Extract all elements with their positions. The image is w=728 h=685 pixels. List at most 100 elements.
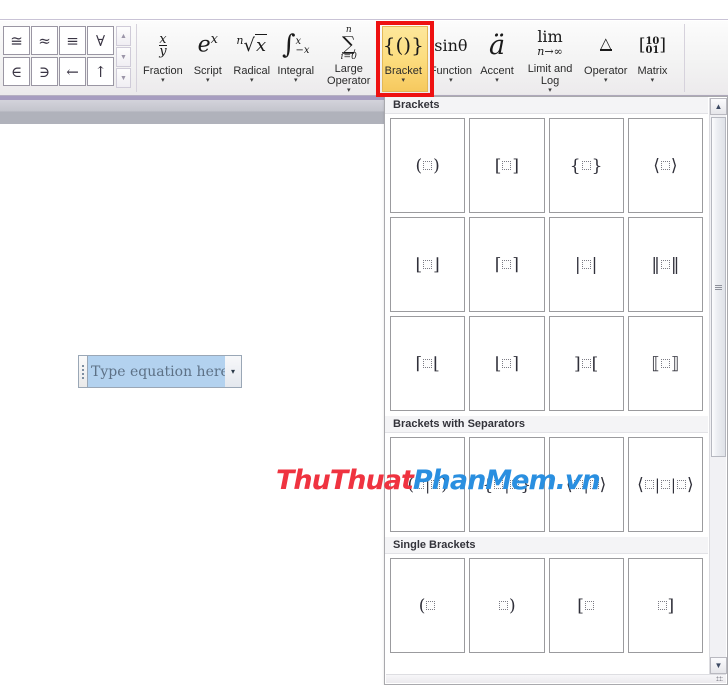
symbol-button-5[interactable]: ∋ xyxy=(31,57,58,86)
structure-caret-radical-icon[interactable]: ▾ xyxy=(250,77,254,85)
structure-caret-operator-icon[interactable]: ▾ xyxy=(604,77,608,85)
symbol-button-7[interactable]: ↑ xyxy=(87,57,114,86)
structures-group: x y Fraction ▾ ex Script ▾ n√x Radical ▾ ∫ x −x Integ… xyxy=(140,23,674,95)
bracket-option-single-close-paren[interactable]: ) xyxy=(469,558,545,653)
bracket-gallery-content: Brackets()[]{} ⟨ ⟩ ⌊ ⌋ ⌈ ⌉ | | ‖ ‖ ⌈ ⌊ ⌊ ⌉][⟦ ⟧ Brackets… xyxy=(385,97,708,674)
structure-label-large-operator: Large Operator xyxy=(327,63,371,87)
ribbon-divider-right xyxy=(684,24,685,92)
section-brackets-separators-grid: (|){|} ⟨ | ⟩ ⟨ | | ⟩ xyxy=(385,433,708,537)
bracket-option-reverse-square-pair[interactable]: ][ xyxy=(548,316,624,411)
structure-label-function: Function xyxy=(429,65,473,77)
structure-caret-large-operator-icon[interactable]: ▾ xyxy=(347,87,351,95)
structure-button-fraction[interactable]: x y Fraction ▾ xyxy=(140,23,186,95)
symbols-scroll-up-icon[interactable]: ▲ xyxy=(116,26,131,46)
bracket-option-abs-pair[interactable]: | | xyxy=(548,217,624,312)
structure-label-radical: Radical xyxy=(233,65,271,77)
equation-move-handle[interactable] xyxy=(78,355,87,388)
structure-button-large-operator[interactable]: n ∑ i=0 Large Operator ▾ xyxy=(318,23,380,95)
window-top-strip xyxy=(0,0,728,20)
equation-options-dropdown-icon[interactable]: ▾ xyxy=(225,355,242,388)
structure-label-accent: Accent xyxy=(480,65,514,77)
structure-caret-integral-icon[interactable]: ▾ xyxy=(294,77,298,85)
structure-label-bracket: Bracket xyxy=(384,65,422,77)
structure-caret-bracket-icon[interactable]: ▾ xyxy=(402,77,406,85)
structure-glyph-bracket-icon: {()} xyxy=(382,33,424,57)
bracket-option-single-open-paren[interactable]: ( xyxy=(390,558,466,653)
structure-glyph-integral-icon: ∫ x −x xyxy=(281,30,310,60)
section-brackets-header: Brackets xyxy=(385,97,708,114)
structure-glyph-limit-and-log-icon: lim n→∞ xyxy=(537,27,563,59)
structure-glyph-operator-icon: △ xyxy=(599,33,612,52)
structure-caret-accent-icon[interactable]: ▾ xyxy=(495,77,499,85)
structure-button-operator[interactable]: △ Operator ▾ xyxy=(581,23,630,95)
symbols-more-icon[interactable]: ▼ xyxy=(116,68,131,88)
gallery-scroll-down-icon[interactable]: ▼ xyxy=(710,657,727,674)
bracket-option-ceil-floor-pair[interactable]: ⌈ ⌊ xyxy=(390,316,466,411)
gallery-scrollbar-thumb[interactable] xyxy=(711,117,726,457)
symbol-button-2[interactable]: ≡ xyxy=(59,26,86,55)
symbol-button-4[interactable]: ∈ xyxy=(3,57,30,86)
structure-glyph-function-icon: sinθ xyxy=(434,35,468,55)
bracket-option-floor-pair[interactable]: ⌊ ⌋ xyxy=(390,217,466,312)
bracket-option-square-pair[interactable]: [] xyxy=(469,118,545,213)
structure-glyph-fraction-icon: xy xyxy=(159,31,167,59)
section-single-brackets-header: Single Brackets xyxy=(385,537,708,554)
structure-label-matrix: Matrix xyxy=(637,65,668,77)
structure-label-fraction: Fraction xyxy=(143,65,183,77)
structure-caret-fraction-icon[interactable]: ▾ xyxy=(161,77,165,85)
section-brackets-separators-header: Brackets with Separators xyxy=(385,416,708,433)
word-equation-tools-screen: ≅ ≈ ≡ ∀ ∈ ∋ ← ↑ ▲ ▼ ▼ x y Fraction ▾ ex Script ▾ n√x Ra… xyxy=(0,0,728,685)
structure-button-radical[interactable]: n√x Radical ▾ xyxy=(230,23,274,95)
thumb-grip-icon xyxy=(715,284,722,290)
structure-label-limit-and-log: Limit and Log xyxy=(527,63,573,87)
bracket-option-double-square-pair[interactable]: ⟦ ⟧ xyxy=(627,316,703,411)
structure-caret-matrix-icon[interactable]: ▾ xyxy=(651,77,655,85)
bracket-option-paren-pair[interactable]: () xyxy=(390,118,466,213)
symbol-button-3[interactable]: ∀ xyxy=(87,26,114,55)
structure-caret-script-icon[interactable]: ▾ xyxy=(206,77,210,85)
symbols-gallery-scroll[interactable]: ▲ ▼ ▼ xyxy=(116,26,131,88)
gallery-footer xyxy=(386,674,726,683)
section-single-brackets-grid: ()[] xyxy=(385,554,708,658)
bracket-option-norm-pair[interactable]: ‖ ‖ xyxy=(627,217,703,312)
resize-grip-icon[interactable] xyxy=(716,676,723,681)
bracket-option-floor-ceil-pair[interactable]: ⌊ ⌉ xyxy=(469,316,545,411)
structure-label-script: Script xyxy=(193,65,222,77)
structure-button-limit-and-log[interactable]: lim n→∞ Limit and Log ▾ xyxy=(519,23,581,95)
structure-caret-limit-and-log-icon[interactable]: ▾ xyxy=(548,87,552,95)
bracket-option-angle-pair[interactable]: ⟨ ⟩ xyxy=(627,118,703,213)
symbol-button-1[interactable]: ≈ xyxy=(31,26,58,55)
structure-button-function[interactable]: sinθ Function ▾ xyxy=(427,23,475,95)
symbol-button-6[interactable]: ← xyxy=(59,57,86,86)
bracket-option-angle-double-sep[interactable]: ⟨ | | ⟩ xyxy=(627,437,703,532)
structure-button-matrix[interactable]: [10 01] Matrix ▾ xyxy=(630,23,674,95)
structure-button-bracket[interactable]: {()} Bracket ▾ xyxy=(380,23,427,95)
structure-glyph-accent-icon: ä xyxy=(488,29,506,61)
structure-button-script[interactable]: ex Script ▾ xyxy=(186,23,230,95)
gallery-scrollbar[interactable]: ▲ ▼ xyxy=(709,98,727,674)
bracket-option-curly-pair[interactable]: {} xyxy=(548,118,624,213)
section-brackets-grid: ()[]{} ⟨ ⟩ ⌊ ⌋ ⌈ ⌉ | | ‖ ‖ ⌈ ⌊ ⌊ ⌉][⟦ ⟧ xyxy=(385,114,708,416)
equation-content-box[interactable]: Type equation here. xyxy=(87,355,235,388)
bracket-option-angle-sep[interactable]: ⟨ | ⟩ xyxy=(548,437,624,532)
structure-glyph-radical-icon: n√x xyxy=(236,34,268,56)
symbols-gallery[interactable]: ≅ ≈ ≡ ∀ ∈ ∋ ← ↑ xyxy=(3,26,114,88)
structure-button-accent[interactable]: ä Accent ▾ xyxy=(475,23,519,95)
equation-placeholder-text[interactable]: Type equation here. xyxy=(88,356,235,387)
bracket-gallery-dropdown[interactable]: Brackets()[]{} ⟨ ⟩ ⌊ ⌋ ⌈ ⌉ | | ‖ ‖ ⌈ ⌊ ⌊ ⌉][⟦ ⟧ Brackets… xyxy=(384,96,728,685)
structure-button-integral[interactable]: ∫ x −x Integral ▾ xyxy=(274,23,318,95)
bracket-option-curly-sep[interactable]: {|} xyxy=(469,437,545,532)
equation-field[interactable]: Type equation here. ▾ xyxy=(78,355,242,388)
bracket-option-single-close-square[interactable]: ] xyxy=(627,558,703,653)
symbols-scroll-down-icon[interactable]: ▼ xyxy=(116,47,131,67)
ribbon-divider xyxy=(136,24,137,92)
handle-dots-icon xyxy=(82,364,84,379)
structure-glyph-script-icon: ex xyxy=(197,32,218,58)
bracket-option-single-open-square[interactable]: [ xyxy=(548,558,624,653)
gallery-scroll-up-icon[interactable]: ▲ xyxy=(710,98,727,115)
symbol-button-0[interactable]: ≅ xyxy=(3,26,30,55)
bracket-option-paren-sep[interactable]: (|) xyxy=(390,437,466,532)
structure-caret-function-icon[interactable]: ▾ xyxy=(449,77,453,85)
bracket-option-ceil-pair[interactable]: ⌈ ⌉ xyxy=(469,217,545,312)
structure-glyph-matrix-icon: [10 01] xyxy=(638,35,667,56)
